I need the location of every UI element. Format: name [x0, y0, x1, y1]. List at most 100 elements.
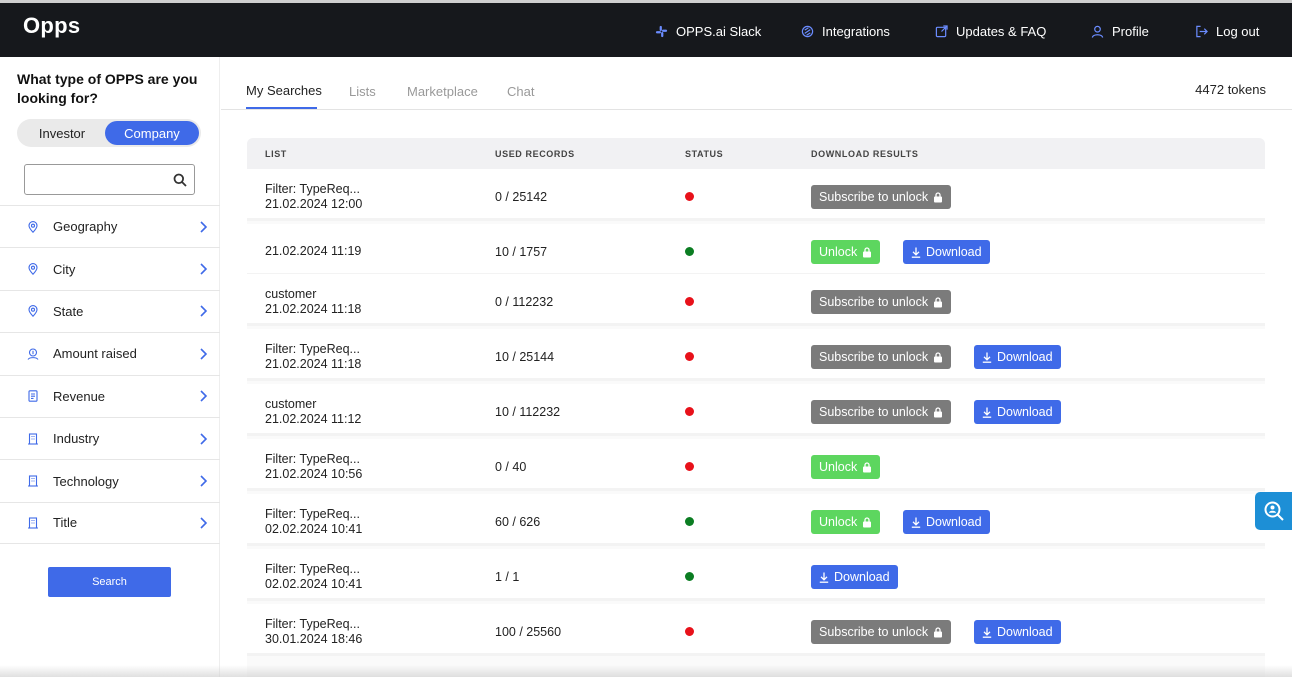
subscribe-to-unlock-button[interactable]: Subscribe to unlock — [811, 345, 952, 369]
download-button[interactable]: Download — [903, 240, 990, 264]
floating-search-button[interactable] — [1255, 492, 1292, 530]
lock-icon — [863, 461, 872, 472]
list-name-cell: Filter: TypeReq... 02.02.2024 10:41 — [265, 507, 362, 537]
download-icon — [911, 247, 921, 258]
button-label: Subscribe to unlock — [819, 295, 929, 309]
used-records: 10 / 25144 — [495, 350, 555, 364]
filter-state[interactable]: State — [0, 289, 220, 332]
subscribe-to-unlock-button[interactable]: Subscribe to unlock — [811, 290, 952, 314]
download-button[interactable]: Download — [974, 400, 1061, 424]
chevron-right-icon — [200, 348, 208, 360]
topnav-logout[interactable]: Log out — [1195, 24, 1259, 39]
table-row: customer 21.02.2024 11:18 0 / 112232 Subscr… — [247, 274, 1265, 326]
logout-icon — [1196, 25, 1208, 38]
filter-technology[interactable]: Technology — [0, 459, 220, 501]
filter-label: City — [53, 261, 76, 277]
filter-title[interactable]: Title — [0, 501, 220, 545]
list-date: 30.01.2024 18:46 — [265, 632, 363, 646]
download-icon — [911, 517, 921, 528]
filter-revenue[interactable]: Revenue — [0, 374, 220, 417]
download-button[interactable]: Download — [974, 620, 1061, 644]
unlock-button[interactable]: Unlock — [811, 455, 881, 479]
integrations-icon — [801, 25, 814, 38]
button-label: Download — [834, 570, 890, 584]
status-dot-green — [685, 247, 694, 256]
location-pin-icon — [28, 305, 38, 318]
table-row: Filter: TypeReq... 21.02.2024 12:00 0 / 25… — [247, 169, 1265, 221]
status-dot-red — [685, 462, 694, 471]
download-icon — [982, 352, 992, 363]
building-icon — [28, 433, 38, 445]
header-list: LIST — [265, 149, 287, 159]
topnav-integrations[interactable]: Integrations — [801, 24, 890, 39]
tabs-divider — [221, 109, 1292, 110]
button-label: Unlock — [819, 515, 858, 529]
list-name-cell: Filter: TypeReq... 21.02.2024 11:18 — [265, 342, 361, 372]
status-dot-red — [685, 352, 694, 361]
lock-icon — [934, 406, 943, 417]
filter-label: Revenue — [53, 388, 106, 404]
button-label: Unlock — [819, 245, 858, 259]
list-name: Filter: TypeReq... — [265, 507, 360, 521]
subscribe-to-unlock-button[interactable]: Subscribe to unlock — [811, 185, 952, 209]
used-records: 100 / 25560 — [495, 625, 562, 639]
status-dot-red — [685, 627, 694, 636]
button-label: Subscribe to unlock — [819, 405, 929, 419]
sidebar-title: What type of OPPS are you looking for? — [17, 71, 198, 106]
search-icon[interactable] — [173, 173, 187, 187]
status-dot-green — [685, 517, 694, 526]
chevron-right-icon — [200, 517, 208, 529]
filter-label: Industry — [53, 431, 100, 447]
building-icon — [28, 517, 38, 529]
sidebar-search-input[interactable] — [25, 165, 160, 194]
searches-table: LIST USED RECORDS STATUS DOWNLOAD RESULT… — [247, 138, 1265, 677]
tab-lists[interactable]: Lists — [349, 84, 376, 99]
list-name-cell: Filter: TypeReq... 21.02.2024 12:00 — [265, 182, 362, 212]
chevron-right-icon — [200, 433, 208, 445]
button-label: Download — [926, 515, 982, 529]
toggle-investor[interactable]: Investor — [19, 121, 105, 145]
topnav-profile[interactable]: Profile — [1091, 24, 1149, 39]
table-row: Filter: TypeReq... 21.02.2024 11:18 10 / 2… — [247, 329, 1265, 381]
used-records: 0 / 112232 — [495, 295, 554, 309]
download-button[interactable]: Download — [974, 345, 1061, 369]
list-date: 21.02.2024 11:12 — [265, 412, 362, 426]
status-dot-red — [685, 297, 694, 306]
list-date: 21.02.2024 10:56 — [265, 467, 363, 481]
list-name-cell: Filter: TypeReq... 30.01.2024 18:46 — [265, 617, 362, 647]
toggle-company[interactable]: Company — [105, 121, 199, 145]
subscribe-to-unlock-button[interactable]: Subscribe to unlock — [811, 400, 952, 424]
location-pin-icon — [28, 220, 38, 233]
list-date: 21.02.2024 11:18 — [265, 302, 362, 316]
list-name: customer — [265, 287, 317, 301]
topnav-integrations-label: Integrations — [822, 24, 890, 39]
filter-city[interactable]: City — [0, 247, 220, 289]
button-label: Download — [997, 350, 1053, 364]
sidebar-search-button[interactable]: Search — [48, 567, 171, 597]
unlock-button[interactable]: Unlock — [811, 240, 881, 264]
filter-geography[interactable]: Geography — [0, 205, 220, 247]
filter-amount-raised[interactable]: Amount raised — [0, 332, 220, 374]
chevron-right-icon — [200, 475, 208, 487]
topnav-updates-faq[interactable]: Updates & FAQ — [935, 24, 1046, 39]
topnav-slack[interactable]: OPPS.ai Slack — [655, 24, 761, 39]
filter-label: Geography — [53, 219, 118, 235]
list-name-cell: customer 21.02.2024 11:18 — [265, 287, 361, 317]
subscribe-to-unlock-button[interactable]: Subscribe to unlock — [811, 620, 952, 644]
type-toggle: Investor Company — [17, 119, 201, 147]
top-bar: Opps OPPS.ai Slack Integrations Updates … — [0, 0, 1292, 57]
tab-marketplace[interactable]: Marketplace — [407, 84, 478, 99]
download-button[interactable]: Download — [903, 510, 990, 534]
button-label: Subscribe to unlock — [819, 190, 929, 204]
download-button[interactable]: Download — [811, 565, 898, 589]
token-balance: 4472 tokens — [1195, 82, 1266, 97]
chevron-right-icon — [200, 221, 208, 233]
filter-industry[interactable]: Industry — [0, 416, 220, 459]
download-icon — [982, 407, 992, 418]
list-name-cell: Filter: TypeReq... 21.02.2024 10:56 — [265, 452, 362, 482]
chevron-right-icon — [200, 305, 208, 318]
app-logo[interactable]: Opps — [23, 13, 80, 39]
unlock-button[interactable]: Unlock — [811, 510, 881, 534]
tab-chat[interactable]: Chat — [507, 84, 534, 99]
tab-my-searches[interactable]: My Searches — [246, 83, 322, 98]
